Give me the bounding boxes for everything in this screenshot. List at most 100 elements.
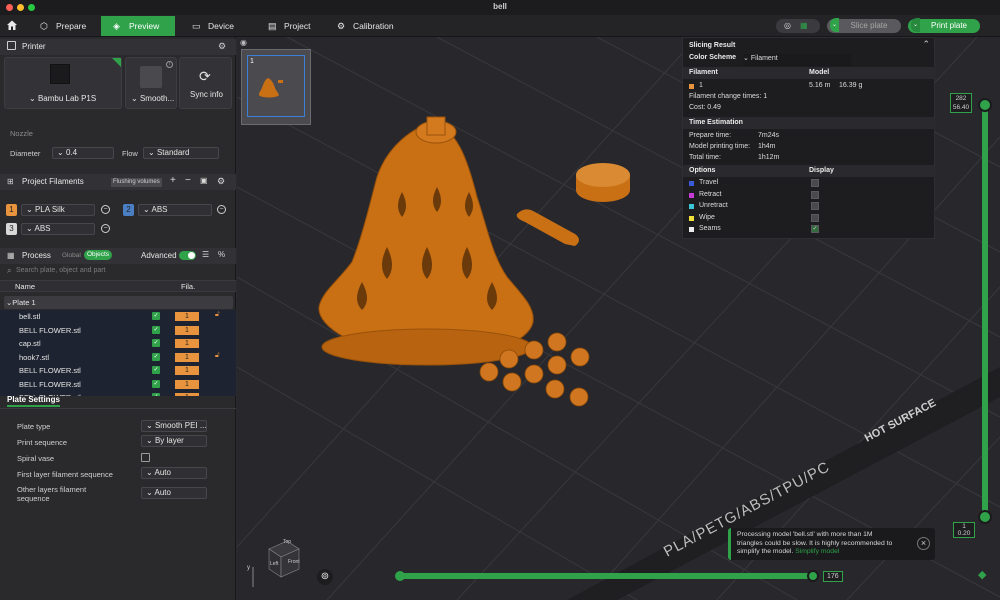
flow-select[interactable]: ⌄ Standard (143, 147, 219, 159)
filament-color-swatch: 3 (6, 223, 17, 235)
option-row-travel[interactable]: Travel (683, 178, 936, 189)
object-filament-chip[interactable]: 1 (175, 393, 199, 396)
layers-stack-icon[interactable]: ◆ (978, 568, 986, 581)
zoom-fit-icon[interactable]: ⊚ (317, 569, 333, 585)
view-cube-left-label: Left (270, 561, 279, 567)
option-row-unretract[interactable]: Unretract (683, 201, 936, 212)
option-color-swatch (689, 192, 694, 198)
slice-plate-button[interactable]: ⌄ Slice plate (827, 18, 901, 33)
first-layer-sequence-select[interactable]: ⌄ Auto (141, 467, 207, 479)
plate-type-select[interactable]: ⌄ Smooth PEI ... (141, 420, 207, 432)
print-plate-button[interactable]: ⌄ Print plate (908, 18, 980, 33)
display-checkbox[interactable]: ✓ (811, 225, 819, 233)
slider-start-handle[interactable] (395, 571, 405, 581)
plate-settings-tab[interactable]: Plate Settings (7, 395, 60, 407)
thumbnail-bell-icon (258, 78, 283, 98)
global-toggle[interactable]: Global (62, 252, 81, 259)
object-visible-checkbox[interactable]: ✓ (152, 352, 160, 361)
plate-card[interactable]: i ⌄ Smooth... (125, 57, 177, 109)
lock-icon[interactable]: 🔓︎ (215, 311, 220, 319)
advanced-toggle[interactable] (179, 251, 196, 260)
remove-circle-icon[interactable]: − (217, 205, 226, 214)
vertical-layer-slider[interactable] (978, 98, 992, 524)
display-checkbox[interactable] (811, 213, 819, 222)
object-filament-chip[interactable]: 1 (175, 379, 199, 389)
object-filament-chip[interactable]: 1 (175, 312, 199, 321)
object-row[interactable]: hook7.stl ✓ 1 🔓︎ (0, 351, 236, 364)
option-row-retract[interactable]: Retract (683, 190, 936, 201)
remove-filament-icon[interactable]: − (185, 175, 191, 186)
percent-icon[interactable]: % (218, 250, 225, 259)
object-row[interactable]: BELL FLOWER.stl ✓ 1 (0, 378, 236, 391)
object-visible-checkbox[interactable]: ✓ (152, 312, 160, 320)
plate-thumbnail[interactable]: 1 (241, 49, 311, 125)
printer-card[interactable]: ⌄ Bambu Lab P1S (4, 57, 122, 109)
prepare-time-label: Prepare time: (689, 132, 732, 139)
object-row[interactable]: BELL FLOWER.stl ✓ 1 (0, 364, 236, 377)
filament-select[interactable]: ⌄ PLA Silk (21, 204, 95, 216)
object-visible-checkbox[interactable]: ✓ (152, 366, 160, 374)
filament-select[interactable]: ⌄ ABS (21, 223, 95, 235)
simplify-model-link[interactable]: Simplify model (795, 548, 839, 555)
filament-select[interactable]: ⌄ ABS (138, 204, 212, 216)
object-name: bell.stl (19, 312, 41, 321)
display-checkbox[interactable] (811, 190, 819, 199)
option-color-swatch (689, 227, 694, 232)
filament-settings-icon[interactable]: ⚙ (217, 176, 225, 187)
flushing-volumes-button[interactable]: Flushing volumes (111, 178, 162, 187)
gear-icon[interactable]: ⚙ (218, 41, 226, 52)
plate-row[interactable]: ⌄Plate 1 (4, 296, 233, 309)
display-checkbox[interactable] (811, 179, 819, 187)
object-filament-chip[interactable]: 1 (175, 325, 199, 335)
network-toggle[interactable]: ◎ ▦ (776, 19, 820, 33)
object-row[interactable]: cap.stl ✓ 1 (0, 337, 236, 350)
object-visible-checkbox[interactable]: ✓ (152, 379, 160, 388)
search-input[interactable]: Search plate, object and part (16, 267, 106, 274)
calibration-icon: ⚙ (337, 21, 346, 31)
object-search[interactable]: ⌕ Search plate, object and part (4, 266, 232, 278)
object-filament-chip[interactable]: 1 (175, 339, 199, 348)
close-icon[interactable]: × (917, 537, 930, 550)
color-scheme-select[interactable]: ⌄ Filament (743, 54, 851, 66)
collapse-icon[interactable]: ⌃ (922, 39, 930, 50)
sync-ams-icon[interactable]: ▣ (200, 176, 208, 185)
add-filament-icon[interactable]: + (170, 175, 176, 186)
remove-circle-icon[interactable]: − (101, 205, 110, 214)
object-filament-chip[interactable]: 1 (175, 366, 199, 375)
tab-project[interactable]: ▤ Project (256, 16, 328, 36)
home-icon[interactable] (6, 19, 18, 31)
object-visible-checkbox[interactable]: ✓ (152, 393, 160, 396)
object-filament-chip[interactable]: 1 (175, 352, 199, 362)
object-visible-checkbox[interactable]: ✓ (152, 325, 160, 334)
slider-end-handle[interactable] (807, 570, 819, 582)
thumbnail-index: 1 (250, 58, 254, 65)
print-sequence-select[interactable]: ⌄ By layer (141, 435, 207, 447)
list-icon[interactable]: ☰ (202, 250, 209, 259)
eye-icon[interactable]: ◉ (240, 38, 247, 47)
plate-type-label: Plate type (17, 422, 51, 431)
option-row-seams[interactable]: Seams ✓ (683, 224, 936, 235)
tab-device[interactable]: ▭ Device (180, 16, 250, 36)
tab-preview[interactable]: ◈ Preview (101, 16, 175, 36)
display-checkbox[interactable] (811, 202, 819, 210)
info-icon[interactable]: i (166, 61, 173, 68)
slider-top-handle[interactable] (978, 98, 992, 112)
object-name: BELL FLOWER.stl (19, 379, 81, 389)
view-cube[interactable]: Top Left Front y (247, 529, 307, 589)
tab-prepare[interactable]: ⬡ Prepare (28, 16, 98, 36)
object-row[interactable]: BELL FLOWER.stl ✓ 1 (0, 324, 236, 337)
horizontal-slider-value: 176 (823, 571, 843, 582)
horizontal-layer-slider[interactable] (395, 570, 819, 582)
spiral-vase-checkbox[interactable] (141, 453, 150, 462)
option-row-wipe[interactable]: Wipe (683, 213, 936, 224)
slider-bottom-handle[interactable] (978, 510, 992, 524)
other-layers-sequence-select[interactable]: ⌄ Auto (141, 487, 207, 499)
object-row[interactable]: bell.stl ✓ 1 🔓︎ (0, 310, 236, 323)
remove-circle-icon[interactable]: − (101, 224, 110, 233)
object-visible-checkbox[interactable]: ✓ (152, 339, 160, 347)
objects-toggle[interactable]: Objects (84, 250, 113, 260)
sync-info-button[interactable]: ⟳ Sync info (179, 57, 232, 109)
diameter-select[interactable]: ⌄ 0.4 (52, 147, 114, 159)
lock-icon[interactable]: 🔓︎ (215, 352, 220, 360)
tab-calibration[interactable]: ⚙ Calibration (325, 16, 415, 36)
